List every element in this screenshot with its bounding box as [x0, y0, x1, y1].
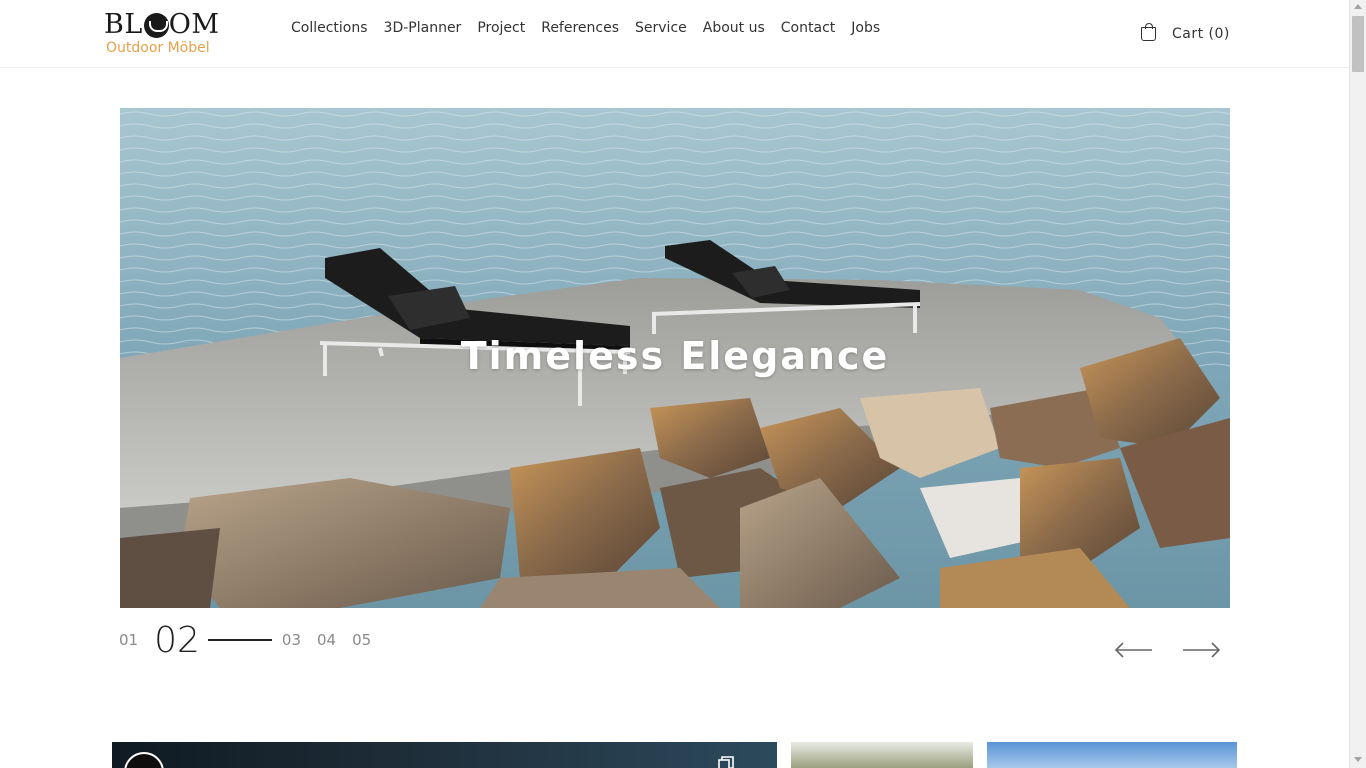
- hero-slide-image: Timeless Elegance: [120, 108, 1230, 608]
- brand-tagline: Outdoor Möbel: [106, 40, 210, 56]
- nav-item-references[interactable]: References: [541, 18, 619, 38]
- cart-link[interactable]: Cart (0): [1141, 22, 1230, 42]
- nav-item-about-us[interactable]: About us: [703, 18, 765, 38]
- nav-item-3d-planner[interactable]: 3D-Planner: [384, 18, 462, 38]
- scroll-down-icon[interactable]: [1354, 757, 1362, 762]
- scroll-up-icon[interactable]: [1354, 4, 1362, 9]
- slide-indicator-05[interactable]: 05: [352, 631, 371, 649]
- nav-item-contact[interactable]: Contact: [781, 18, 835, 38]
- copy-link-icon[interactable]: [718, 756, 734, 768]
- image-teaser-plants[interactable]: [791, 742, 973, 768]
- brand-name-left: BL: [104, 9, 143, 40]
- brand-name-right: OM: [168, 9, 220, 40]
- nav-item-collections[interactable]: Collections: [291, 18, 368, 38]
- main-nav: Collections 3D-Planner Project Reference…: [291, 18, 896, 38]
- slide-progress-line: [207, 639, 272, 641]
- slide-indicator-04[interactable]: 04: [317, 631, 336, 649]
- arrow-left-icon: [1114, 642, 1152, 658]
- cart-label: Cart (0): [1172, 26, 1230, 42]
- image-teaser-building[interactable]: [987, 742, 1237, 768]
- nav-item-service[interactable]: Service: [635, 18, 687, 38]
- slide-indicator-01[interactable]: 01: [119, 631, 138, 649]
- nav-item-jobs[interactable]: Jobs: [851, 18, 880, 38]
- channel-avatar: [124, 752, 164, 768]
- arrow-right-icon: [1183, 642, 1221, 658]
- slide-indicator-02-active[interactable]: 02: [154, 620, 200, 661]
- site-header: BL OM Outdoor Möbel Collections 3D-Planne…: [0, 0, 1349, 68]
- shopping-bag-icon: [1141, 23, 1156, 41]
- brand-wordmark: BL OM: [104, 10, 224, 40]
- hero-title: Timeless Elegance: [460, 334, 890, 378]
- brand-emblem-icon: [143, 12, 169, 38]
- slide-indicator-03[interactable]: 03: [282, 631, 301, 649]
- scrollbar-thumb[interactable]: [1352, 16, 1364, 72]
- slider-next-button[interactable]: [1181, 641, 1221, 659]
- nav-item-project[interactable]: Project: [477, 18, 525, 38]
- brand-logo[interactable]: BL OM Outdoor Möbel: [104, 10, 224, 57]
- page-scrollbar[interactable]: [1349, 0, 1366, 768]
- slider-prev-button[interactable]: [1114, 641, 1154, 659]
- slide-pager: 01 02 03 04 05: [119, 620, 387, 661]
- video-teaser[interactable]: [112, 742, 777, 768]
